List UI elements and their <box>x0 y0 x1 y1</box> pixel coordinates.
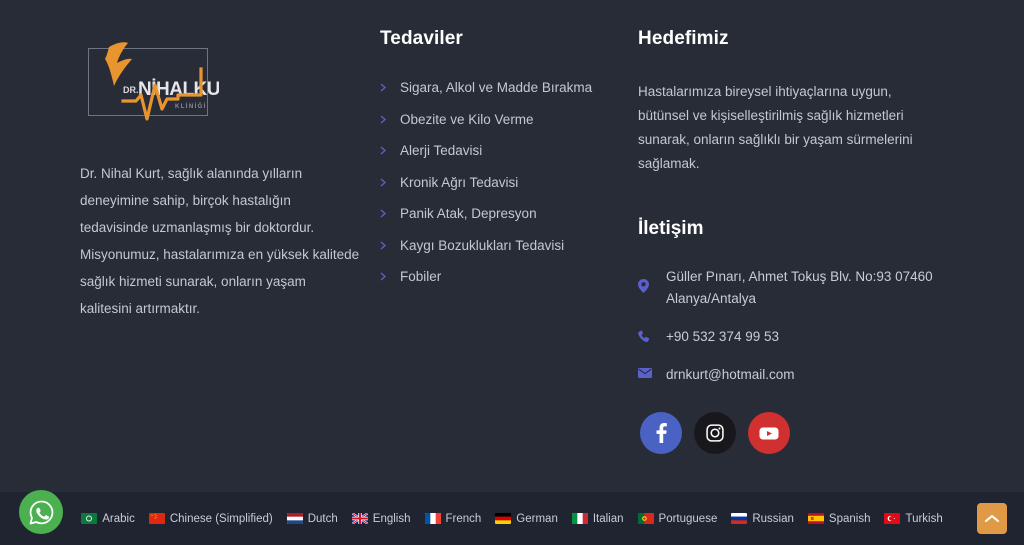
envelope-icon <box>638 364 654 378</box>
whatsapp-icon <box>29 500 53 524</box>
language-label: Chinese (Simplified) <box>169 512 273 525</box>
chevron-up-icon <box>985 514 999 523</box>
language-label: Arabic <box>102 512 135 525</box>
language-chinese[interactable]: Chinese (Simplified) <box>148 512 273 525</box>
turkish-flag <box>884 513 901 524</box>
language-label: Portuguese <box>658 512 718 525</box>
contact-phone[interactable]: +90 532 374 99 53 <box>638 326 964 348</box>
contact-address-text: Güller Pınarı, Ahmet Tokuş Blv. No:93 07… <box>666 269 933 306</box>
russian-flag <box>731 513 748 524</box>
list-item[interactable]: Alerji Tedavisi <box>380 143 638 158</box>
language-russian[interactable]: Russian <box>731 513 794 525</box>
chevron-right-icon <box>380 272 392 281</box>
list-item[interactable]: Fobiler <box>380 269 638 284</box>
chevron-right-icon <box>380 177 392 187</box>
chinese-flag <box>148 513 165 524</box>
list-item-label: Panik Atak, Depresyon <box>400 206 537 221</box>
chevron-right-icon <box>380 240 392 250</box>
brand-description: Dr. Nihal Kurt, sağlık alanında yılların… <box>80 166 360 316</box>
instagram-button[interactable] <box>694 412 736 454</box>
list-item-label: Sigara, Alkol ve Madde Bırakma <box>400 80 593 95</box>
contact-phone-text: +90 532 374 99 53 <box>666 329 779 344</box>
language-german[interactable]: German <box>495 513 558 525</box>
language-portuguese[interactable]: Portuguese <box>637 512 718 525</box>
goal-heading: Hedefimiz <box>638 28 729 49</box>
footer-brand-column: DR. NİHALKURT KLİNİĞİ Dr. Nihal Kurt, sa… <box>60 28 380 322</box>
language-turkish[interactable]: Turkish <box>884 512 943 525</box>
footer-goal-contact-column: Hedefimiz Hastalarımıza bireysel ihtiyaç… <box>638 28 964 454</box>
list-item-label: Kaygı Bozuklukları Tedavisi <box>400 237 565 253</box>
language-label: Russian <box>752 512 794 525</box>
contact-email[interactable]: drnkurt@hotmail.com <box>638 364 964 386</box>
language-label: German <box>516 512 558 525</box>
contact-address[interactable]: Güller Pınarı, Ahmet Tokuş Blv. No:93 07… <box>638 266 964 310</box>
language-label: Turkish <box>905 512 943 525</box>
list-item[interactable]: Obezite ve Kilo Verme <box>380 112 638 127</box>
chevron-right-icon <box>380 209 392 218</box>
social-links <box>638 412 964 454</box>
map-pin-icon <box>638 266 654 293</box>
list-item-label: Obezite ve Kilo Verme <box>400 111 534 127</box>
language-label: French <box>445 512 482 525</box>
language-arabic[interactable]: Arabic <box>81 513 135 525</box>
language-italian[interactable]: Italian <box>571 512 624 525</box>
language-label: English <box>372 512 411 525</box>
arabic-flag <box>81 513 98 524</box>
language-english[interactable]: English <box>351 512 411 525</box>
clinic-logo[interactable]: DR. NİHALKURT KLİNİĞİ <box>88 42 219 121</box>
list-item-label: Fobiler <box>400 269 442 284</box>
italian-flag <box>571 513 588 524</box>
site-footer: DR. NİHALKURT KLİNİĞİ Dr. Nihal Kurt, sa… <box>0 0 1024 492</box>
list-item-label: Alerji Tedavisi <box>400 143 483 158</box>
phone-icon <box>638 326 654 343</box>
treatments-heading: Tedaviler <box>380 28 463 49</box>
chevron-right-icon <box>380 146 392 155</box>
chevron-right-icon <box>380 114 392 124</box>
facebook-icon <box>656 423 667 443</box>
portuguese-flag <box>637 513 654 524</box>
chevron-right-icon <box>380 83 392 92</box>
scroll-to-top-button[interactable] <box>977 503 1007 534</box>
list-item[interactable]: Sigara, Alkol ve Madde Bırakma <box>380 80 638 95</box>
svg-text:KLİNİĞİ: KLİNİĞİ <box>175 102 207 110</box>
language-spanish[interactable]: Spanish <box>807 512 871 525</box>
clinic-logo-graphic: DR. NİHALKURT KLİNİĞİ <box>105 42 219 121</box>
whatsapp-button[interactable] <box>19 490 63 534</box>
language-dutch[interactable]: Dutch <box>286 512 338 525</box>
french-flag <box>424 513 441 524</box>
treatments-list: Sigara, Alkol ve Madde Bırakma Obezite v… <box>380 80 638 284</box>
footer-treatments-column: Tedaviler Sigara, Alkol ve Madde Bırakma… <box>380 28 638 301</box>
language-french[interactable]: French <box>424 512 482 525</box>
instagram-icon <box>706 424 724 442</box>
language-label: Spanish <box>828 512 871 525</box>
language-label: Dutch <box>307 512 338 525</box>
contact-list: Güller Pınarı, Ahmet Tokuş Blv. No:93 07… <box>638 266 964 386</box>
language-selector-bar: Arabic Chinese (Simplified) Dutch Englis… <box>0 492 1024 545</box>
spanish-flag <box>807 513 824 524</box>
facebook-button[interactable] <box>640 412 682 454</box>
english-flag <box>351 513 368 524</box>
list-item[interactable]: Kronik Ağrı Tedavisi <box>380 175 638 190</box>
contact-email-text: drnkurt@hotmail.com <box>666 367 795 382</box>
contact-heading: İletişim <box>638 218 704 239</box>
footer-columns: DR. NİHALKURT KLİNİĞİ Dr. Nihal Kurt, sa… <box>60 28 964 454</box>
youtube-icon <box>759 427 779 439</box>
list-item[interactable]: Kaygı Bozuklukları Tedavisi <box>380 238 638 253</box>
german-flag <box>495 513 512 524</box>
list-item-label: Kronik Ağrı Tedavisi <box>400 174 519 190</box>
goal-text: Hastalarımıza bireysel ihtiyaçlarına uyg… <box>638 84 913 171</box>
svg-text:DR.: DR. <box>123 85 139 95</box>
dutch-flag <box>286 513 303 524</box>
language-label: Italian <box>592 512 624 525</box>
youtube-button[interactable] <box>748 412 790 454</box>
list-item[interactable]: Panik Atak, Depresyon <box>380 206 638 221</box>
